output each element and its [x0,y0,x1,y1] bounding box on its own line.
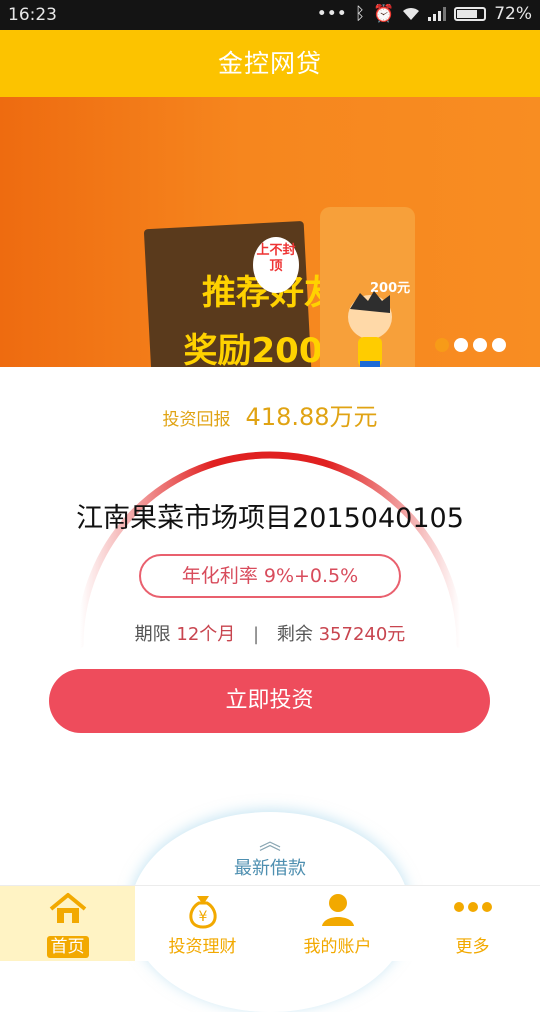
more-icon [453,902,492,912]
bluetooth-icon: ᛒ [354,4,366,24]
remain-value: 357240元 [318,624,406,645]
wifi-icon [403,7,420,20]
more-dots-icon: ••• [316,4,347,24]
return-value: 418.88万元 [245,403,378,431]
promo-banner[interactable]: 推荐好友 奖励200元 上不封顶 200元 [0,97,540,367]
tab-invest-label: 投资理财 [168,937,237,957]
status-bar: 16:23 ••• ᛒ ⏰ 72% [0,0,540,30]
remain-label: 剩余 [276,624,313,645]
latest-loans-label: 最新借款 [234,858,306,879]
bottom-tab-bar: 首页 ¥ 投资理财 我的账户 更多 [0,885,540,961]
tab-account[interactable]: 我的账户 [270,886,405,961]
battery-icon [454,7,487,21]
banner-badge: 上不封顶 [253,237,299,293]
money-bag-icon: ¥ [188,896,217,929]
term-label: 期限 [134,624,171,645]
page-title: 金控网贷 [217,49,322,78]
status-icons: ••• ᛒ ⏰ 72% [317,4,532,24]
tab-account-label: 我的账户 [303,937,372,957]
carousel-dot[interactable] [454,338,468,352]
carousel-dot[interactable] [492,338,506,352]
carousel-dot[interactable] [435,338,449,352]
double-chevron-up-icon: ︽ [258,830,281,855]
tab-more[interactable]: 更多 [405,886,540,961]
carousel-dot[interactable] [473,338,487,352]
tab-home[interactable]: 首页 [0,886,135,961]
tab-home-label: 首页 [46,936,89,958]
investment-return: 投资回报 418.88万元 [0,397,540,432]
carousel-indicator[interactable] [435,338,506,352]
terms-separator: | [253,624,260,645]
signal-icon [428,7,447,21]
invest-now-button[interactable]: 立即投资 [49,669,490,733]
svg-text:¥: ¥ [198,909,207,925]
status-time: 16:23 [8,5,57,25]
project-name: 江南果菜市场项目2015040105 [76,503,464,534]
home-icon [49,893,86,923]
tab-invest[interactable]: ¥ 投资理财 [135,886,270,961]
loan-terms: 期限 12个月 | 剩余 357240元 [0,620,540,646]
term-value: 12个月 [176,624,236,645]
battery-percent: 72% [494,4,532,24]
alarm-icon: ⏰ [373,4,395,24]
user-icon [321,894,354,926]
boy-illustration [348,291,392,367]
tab-more-label: 更多 [455,937,490,957]
return-label: 投资回报 [162,410,231,430]
interest-rate-badge: 年化利率 9%+0.5% [139,554,401,598]
app-header: 金控网贷 [0,30,540,97]
